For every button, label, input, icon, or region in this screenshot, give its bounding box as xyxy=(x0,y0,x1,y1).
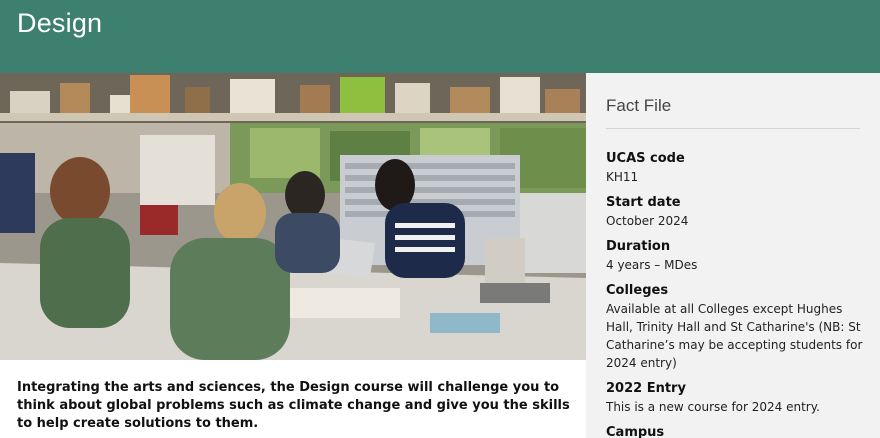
fact-ucas-code: UCAS code KH11 xyxy=(606,150,868,186)
fact-label: 2022 Entry xyxy=(606,381,686,396)
fact-file-list: UCAS code KH11 Start date October 2024 D… xyxy=(606,150,868,438)
fact-value: KH11 xyxy=(606,170,639,184)
hero-image xyxy=(0,73,586,360)
fact-label: Campus xyxy=(606,425,665,438)
fact-label: Colleges xyxy=(606,283,669,298)
fact-value: 4 years – MDes xyxy=(606,258,698,272)
fact-value: Available at all Colleges except Hughes … xyxy=(606,302,863,370)
fact-entry-2022: 2022 Entry This is a new course for 2024… xyxy=(606,380,868,416)
fact-file-panel: Fact File UCAS code KH11 Start date Octo… xyxy=(586,73,880,438)
fact-label: Start date xyxy=(606,195,681,210)
fact-campus: Campus xyxy=(606,424,868,438)
studio-photo xyxy=(0,73,586,360)
fact-duration: Duration 4 years – MDes xyxy=(606,238,868,274)
fact-value: This is a new course for 2024 entry. xyxy=(606,400,820,414)
divider xyxy=(606,128,860,129)
course-intro: Integrating the arts and sciences, the D… xyxy=(17,380,570,431)
fact-label: Duration xyxy=(606,239,671,254)
fact-label: UCAS code xyxy=(606,151,685,166)
page-title: Design xyxy=(17,8,103,38)
fact-colleges: Colleges Available at all Colleges excep… xyxy=(606,282,868,372)
page-header: Design xyxy=(0,0,880,73)
fact-value: October 2024 xyxy=(606,214,689,228)
fact-file-title: Fact File xyxy=(606,96,672,115)
fact-start-date: Start date October 2024 xyxy=(606,194,868,230)
